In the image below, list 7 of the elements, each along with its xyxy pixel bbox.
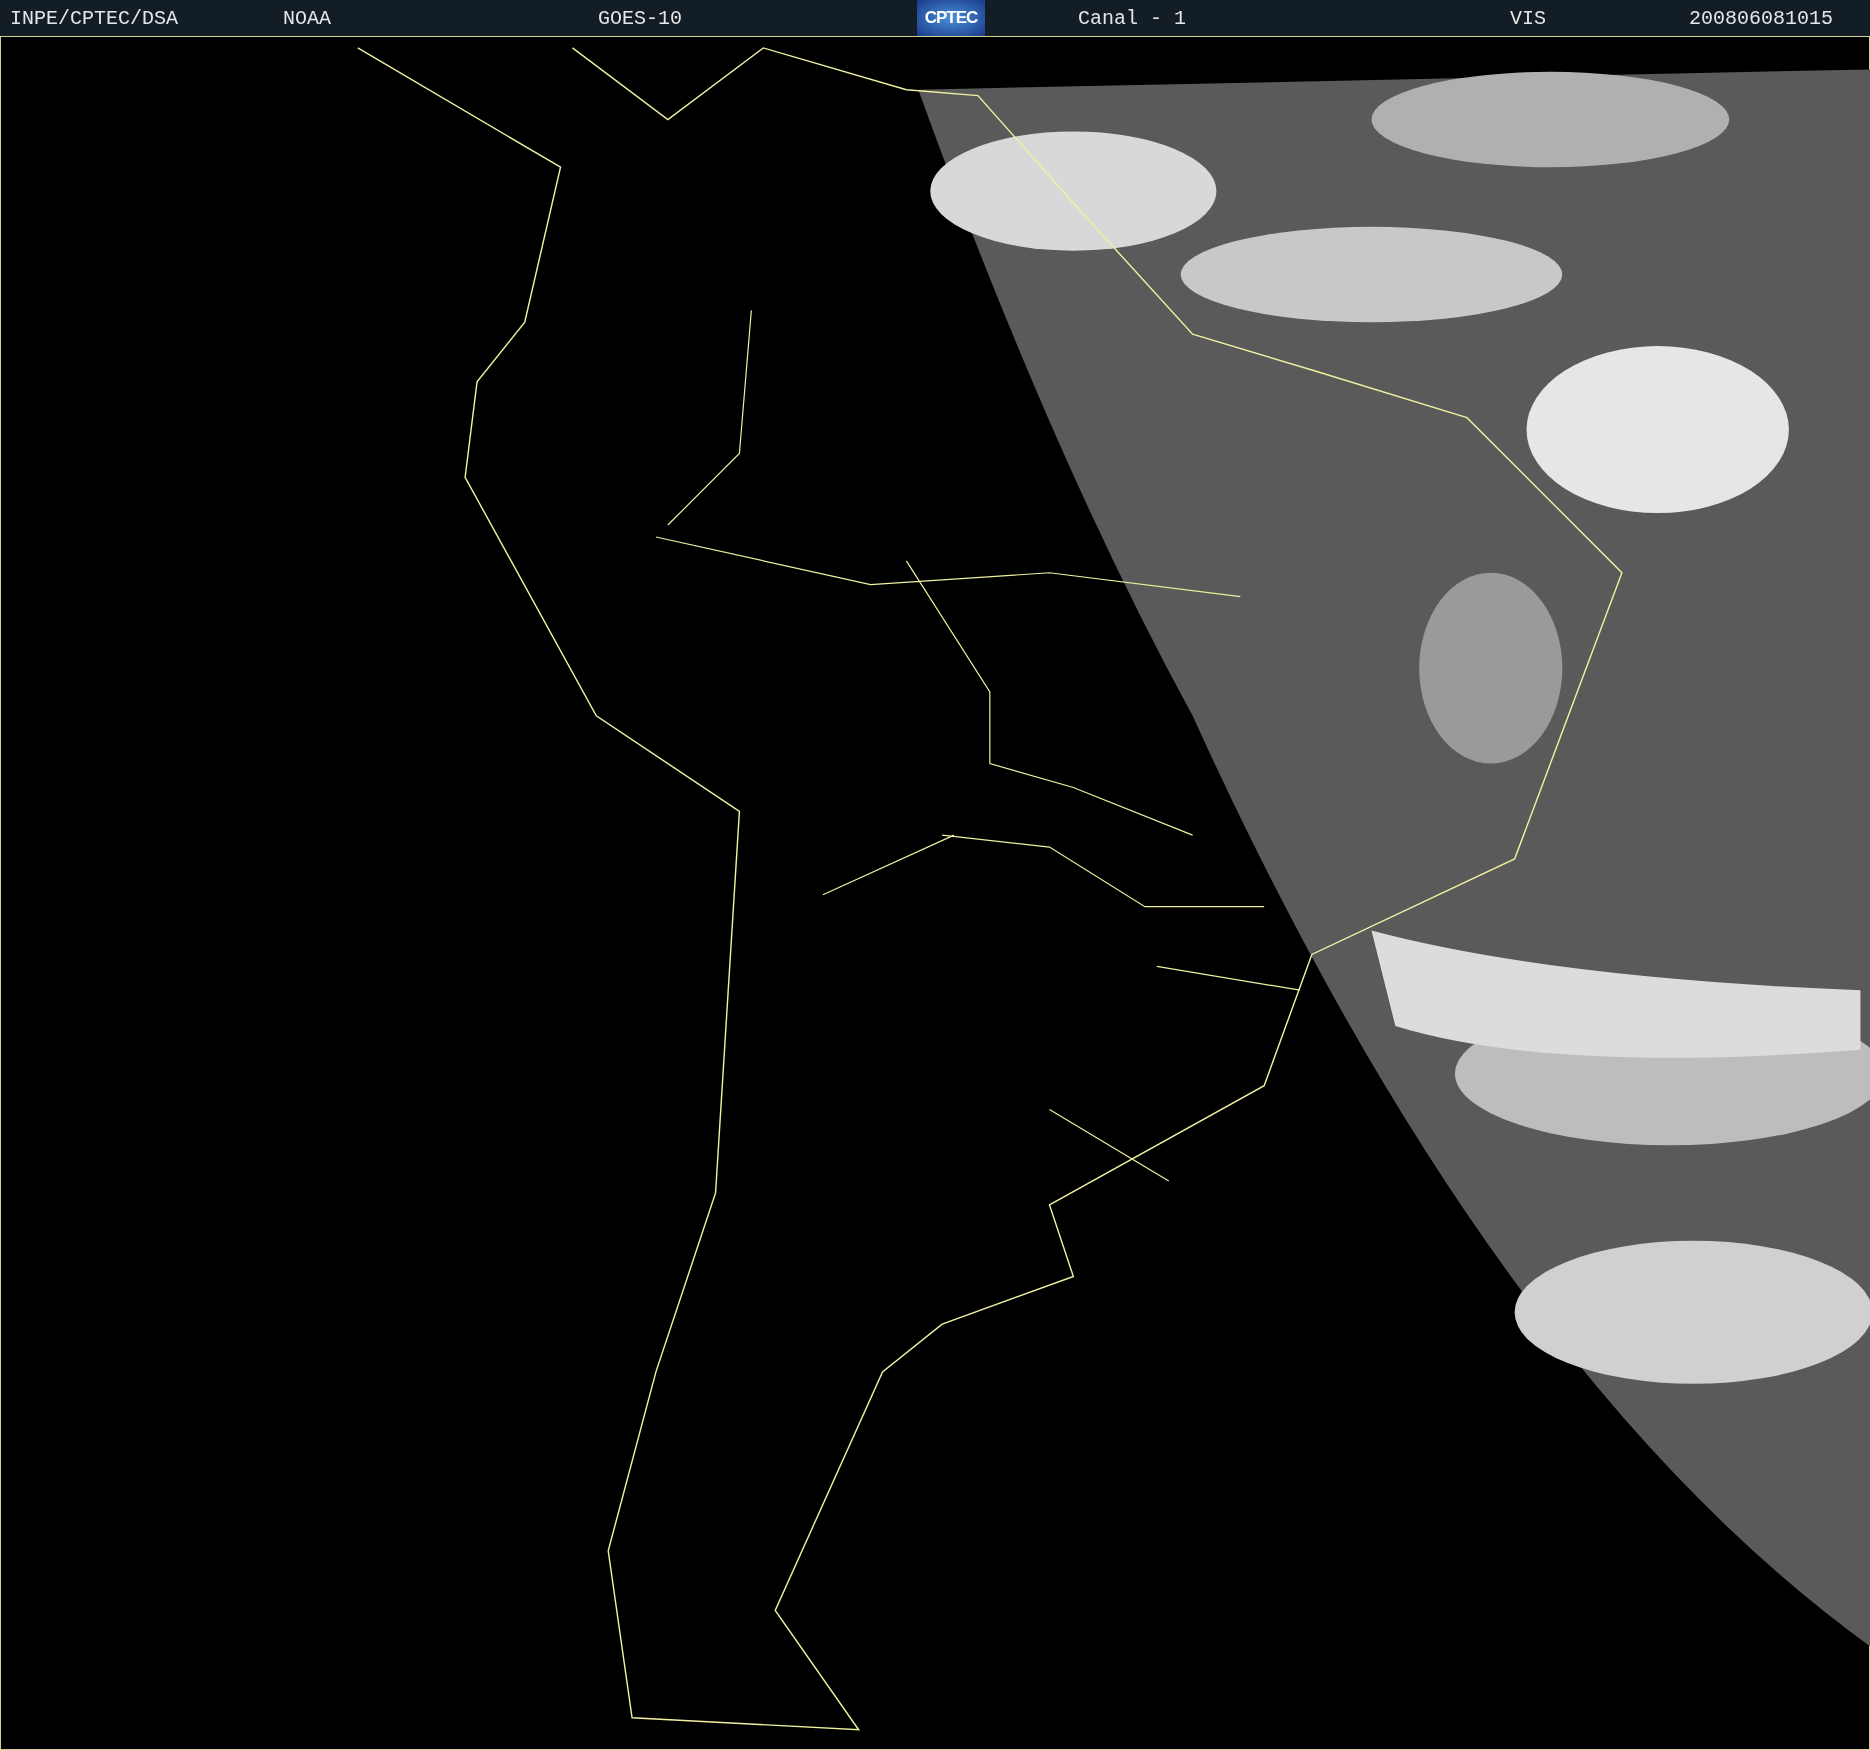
header-label: VIS: [1510, 6, 1546, 30]
header-label: Canal - 1: [1078, 6, 1187, 30]
logo: CPTEC: [917, 0, 985, 36]
header-label: NOAA: [283, 6, 331, 30]
header-label: 200806081015: [1689, 6, 1834, 30]
header-label: INPE/CPTEC/DSA: [10, 6, 179, 30]
header-label: GOES-10: [598, 6, 682, 30]
